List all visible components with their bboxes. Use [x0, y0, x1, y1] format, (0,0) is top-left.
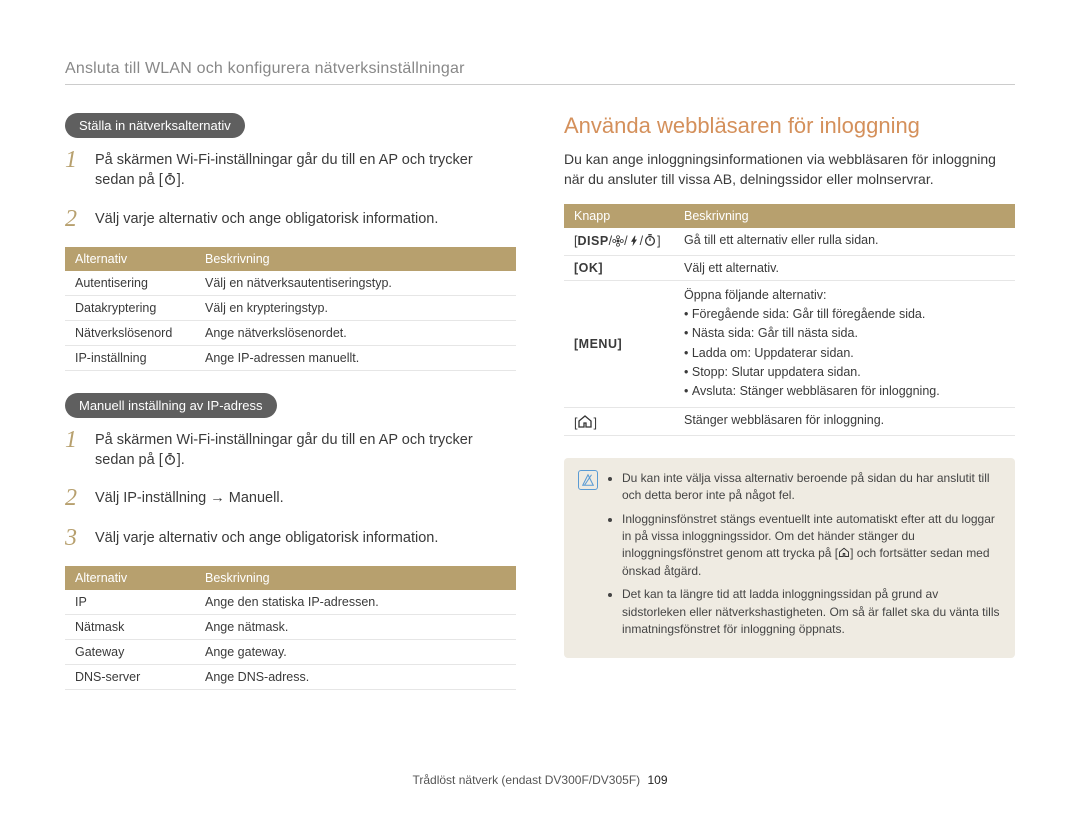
- table-row: [OK] Välj ett alternativ.: [564, 255, 1015, 280]
- footer-text: Trådlöst nätverk (endast DV300F/DV305F): [412, 773, 640, 787]
- right-column: Använda webbläsaren för inloggning Du ka…: [564, 113, 1015, 712]
- section-title-network-options: Ställa in nätverksalternativ: [65, 113, 245, 138]
- options-table-2: Alternativ Beskrivning IPAnge den statis…: [65, 566, 516, 690]
- table-row: IP-inställningAnge IP-adressen manuellt.: [65, 345, 516, 370]
- left-column: Ställa in nätverksalternativ 1 På skärme…: [65, 113, 516, 712]
- table-row: AutentiseringVälj en nätverksautentiseri…: [65, 271, 516, 296]
- note-list: Du kan inte välja vissa alternativ beroe…: [608, 470, 1001, 645]
- cell-home-key: []: [564, 407, 674, 435]
- table-header-row: Alternativ Beskrivning: [65, 566, 516, 590]
- cell-ok-desc: Välj ett alternativ.: [674, 255, 1015, 280]
- note-item: Det kan ta längre tid att ladda inloggni…: [622, 586, 1001, 638]
- s2-step-3-text: Välj varje alternativ och ange obligator…: [95, 526, 438, 550]
- table-row: IPAnge den statiska IP-adressen.: [65, 590, 516, 615]
- table-row: GatewayAnge gateway.: [65, 640, 516, 665]
- th-button: Knapp: [564, 204, 674, 228]
- table-row: [DISP///] Gå till ett alternativ eller r…: [564, 228, 1015, 256]
- step-number-1: 1: [65, 148, 85, 191]
- intro-paragraph: Du kan ange inloggningsinformationen via…: [564, 149, 1015, 190]
- cell-disp-key: [DISP///]: [564, 228, 674, 256]
- th-description: Beskrivning: [195, 566, 516, 590]
- th-description: Beskrivning: [674, 204, 1015, 228]
- table-row: DatakrypteringVälj en krypteringstyp.: [65, 295, 516, 320]
- table-row: [] Stänger webbläsaren för inloggning.: [564, 407, 1015, 435]
- home-icon: [838, 546, 850, 558]
- page-footer: Trådlöst nätverk (endast DV300F/DV305F) …: [0, 773, 1080, 787]
- cell-home-desc: Stänger webbläsaren för inloggning.: [674, 407, 1015, 435]
- table-row: [MENU] Öppna följande alternativ: Föregå…: [564, 280, 1015, 407]
- heading-browser-login: Använda webbläsaren för inloggning: [564, 113, 1015, 139]
- breadcrumb: Ansluta till WLAN och konfigurera nätver…: [65, 60, 1015, 85]
- s2-step-3: 3 Välj varje alternativ och ange obligat…: [65, 526, 516, 550]
- cell-menu-key: [MENU]: [564, 280, 674, 407]
- timer-icon: [643, 233, 657, 247]
- step-1-text-b: ].: [177, 172, 185, 188]
- flash-icon: [628, 235, 640, 250]
- table-header-row: Alternativ Beskrivning: [65, 247, 516, 271]
- cell-disp-desc: Gå till ett alternativ eller rulla sidan…: [674, 228, 1015, 256]
- content-columns: Ställa in nätverksalternativ 1 På skärme…: [65, 113, 1015, 712]
- s2-step-1: 1 På skärmen Wi-Fi-inställningar går du …: [65, 428, 516, 471]
- cell-ok-key: [OK]: [564, 255, 674, 280]
- options-table-1: Alternativ Beskrivning AutentiseringVälj…: [65, 247, 516, 371]
- step-number-3: 3: [65, 526, 85, 550]
- s2-step-2: 2 Välj IP-inställning → Manuell.: [65, 486, 516, 510]
- step-1-text-a: På skärmen Wi-Fi-inställningar går du ti…: [95, 152, 473, 188]
- cell-menu-desc: Öppna följande alternativ: Föregående si…: [674, 280, 1015, 407]
- step-2: 2 Välj varje alternativ och ange obligat…: [65, 207, 516, 231]
- section-title-manual-ip: Manuell inställning av IP-adress: [65, 393, 277, 418]
- th-description: Beskrivning: [195, 247, 516, 271]
- step-2-text: Välj varje alternativ och ange obligator…: [95, 207, 438, 231]
- step-1-text: På skärmen Wi-Fi-inställningar går du ti…: [95, 148, 516, 191]
- s2-step-1-text: På skärmen Wi-Fi-inställningar går du ti…: [95, 428, 516, 471]
- table-row: NätmaskAnge nätmask.: [65, 615, 516, 640]
- macro-icon: [612, 235, 624, 250]
- page-number: 109: [647, 773, 667, 787]
- step-number-1: 1: [65, 428, 85, 471]
- note-box: Du kan inte välja vissa alternativ beroe…: [564, 458, 1015, 659]
- table-header-row: Knapp Beskrivning: [564, 204, 1015, 228]
- note-icon: [578, 470, 598, 490]
- step-number-2: 2: [65, 207, 85, 231]
- th-option: Alternativ: [65, 247, 195, 271]
- note-item: Du kan inte välja vissa alternativ beroe…: [622, 470, 1001, 505]
- note-item: Inloggninsfönstret stängs eventuellt int…: [622, 511, 1001, 581]
- timer-icon: [163, 172, 177, 186]
- table-row: DNS-serverAnge DNS-adress.: [65, 665, 516, 690]
- buttons-table: Knapp Beskrivning [DISP///] Gå till ett …: [564, 204, 1015, 436]
- table-row: NätverkslösenordAnge nätverkslösenordet.: [65, 320, 516, 345]
- step-number-2: 2: [65, 486, 85, 510]
- home-icon: [577, 416, 593, 430]
- timer-icon: [163, 452, 177, 466]
- th-option: Alternativ: [65, 566, 195, 590]
- s2-step-2-text: Välj IP-inställning → Manuell.: [95, 486, 284, 510]
- step-1: 1 På skärmen Wi-Fi-inställningar går du …: [65, 148, 516, 191]
